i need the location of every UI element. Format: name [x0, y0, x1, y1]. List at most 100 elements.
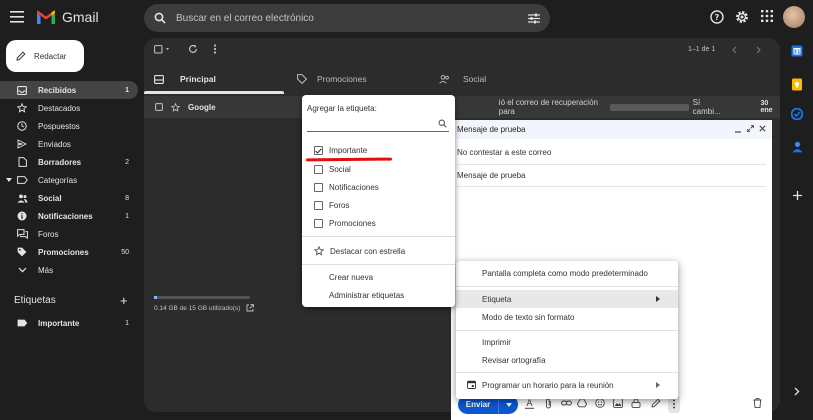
calendar-app-icon[interactable]: 31 — [791, 45, 803, 57]
close-icon[interactable] — [759, 125, 766, 132]
pagination-text: 1–1 de 1 — [688, 46, 716, 53]
settings-gear-icon[interactable] — [735, 10, 749, 24]
menu-item-programar-reunion[interactable]: Programar un horario para la reunión — [456, 376, 678, 394]
sidebar-item-foros[interactable]: Foros — [0, 225, 138, 243]
help-icon[interactable]: ? — [710, 10, 724, 24]
checkbox[interactable] — [314, 183, 323, 192]
search-bar[interactable]: Buscar en el correo electrónico — [144, 4, 550, 32]
drive-icon[interactable] — [577, 398, 587, 408]
select-all-checkbox[interactable] — [154, 45, 172, 54]
tab-principal[interactable]: Principal — [154, 64, 216, 94]
menu-item-label: Etiqueta — [482, 294, 512, 304]
sidebar-item-promociones[interactable]: Promociones 50 — [0, 243, 138, 261]
sidebar-item-label: Recibidos — [38, 85, 77, 95]
apps-grid-icon[interactable] — [761, 10, 773, 22]
redacted-email — [609, 103, 689, 111]
checkbox[interactable] — [314, 219, 323, 228]
sidebar-item-mas[interactable]: Más — [0, 261, 138, 279]
sidebar-item-pospuestos[interactable]: Pospuestos — [0, 117, 138, 135]
sidebar-item-notificaciones[interactable]: Notificaciones 1 — [0, 207, 138, 225]
gmail-logo[interactable]: Gmail — [36, 9, 99, 25]
add-addon-icon[interactable] — [793, 191, 802, 200]
subject-field[interactable]: Mensaje de prueba — [457, 171, 526, 180]
contacts-app-icon[interactable] — [792, 141, 803, 153]
sidebar-item-categorias[interactable]: Categorías — [0, 171, 138, 189]
label-option-promociones[interactable]: Promociones — [314, 219, 434, 228]
emoji-icon[interactable] — [595, 398, 605, 408]
next-page-icon[interactable] — [756, 46, 762, 54]
tasks-app-icon[interactable] — [791, 108, 803, 120]
label-option-foros[interactable]: Foros — [314, 201, 434, 210]
manage-labels-link[interactable]: Administrar etiquetas — [329, 291, 404, 300]
main-menu-icon[interactable] — [10, 10, 26, 24]
checked-checkbox-icon[interactable] — [314, 146, 323, 155]
minimize-icon[interactable] — [735, 127, 741, 133]
menu-item-label: Revisar ortografía — [482, 355, 546, 365]
menu-item-fullscreen-default[interactable]: Pantalla completa como modo predetermina… — [456, 264, 678, 282]
caret-down-icon[interactable] — [6, 178, 14, 182]
label-option-notificaciones[interactable]: Notificaciones — [314, 183, 434, 192]
prev-page-icon[interactable] — [731, 46, 737, 54]
compose-button[interactable]: Redactar — [6, 40, 84, 72]
expand-side-panel-icon[interactable] — [794, 387, 800, 396]
sidebar-item-destacados[interactable]: Destacados — [0, 99, 138, 117]
inbox-icon — [16, 85, 28, 95]
row-checkbox[interactable] — [155, 103, 163, 111]
label-outline-icon — [16, 176, 28, 184]
table-row[interactable]: Google ió el correo de recuperación para… — [144, 96, 780, 118]
open-external-icon[interactable] — [246, 304, 255, 312]
format-text-icon[interactable]: A — [525, 398, 534, 409]
label-menu-title: Agregar la etiqueta: — [307, 104, 377, 113]
account-avatar[interactable] — [783, 6, 805, 28]
label-option-text: Social — [329, 165, 351, 174]
attach-icon[interactable] — [545, 398, 552, 409]
calendar-icon — [467, 380, 476, 389]
sidebar-item-label: Foros — [38, 229, 59, 239]
sidebar-item-recibidos[interactable]: Recibidos 1 — [0, 81, 138, 99]
star-outline-icon[interactable] — [171, 102, 180, 112]
recipient-field[interactable]: No contestar a este correo — [457, 148, 551, 157]
label-filled-icon — [16, 319, 28, 327]
label-option-social[interactable]: Social — [314, 165, 434, 174]
search-options-icon[interactable] — [528, 13, 540, 24]
sidebar-item-borradores[interactable]: Borradores 2 — [0, 153, 138, 171]
confidential-lock-icon[interactable] — [631, 398, 641, 408]
create-label-link[interactable]: Crear nueva — [329, 273, 373, 282]
sidebar-label-importante[interactable]: Importante 1 — [0, 314, 138, 332]
star-option[interactable]: Destacar con estrella — [314, 246, 434, 256]
keep-app-icon[interactable] — [791, 78, 803, 91]
tab-label: Principal — [180, 74, 216, 84]
discard-trash-icon[interactable] — [753, 398, 762, 408]
signature-pen-icon[interactable] — [651, 398, 661, 408]
menu-item-revisar-ortografia[interactable]: Revisar ortografía — [456, 351, 678, 369]
sidebar-item-label: Pospuestos — [38, 121, 80, 131]
link-icon[interactable] — [561, 398, 572, 408]
sidebar-item-social[interactable]: Social 8 — [0, 189, 138, 207]
forum-icon — [16, 229, 28, 239]
refresh-icon[interactable] — [188, 44, 198, 54]
star-icon — [16, 103, 28, 113]
sidebar-item-enviados[interactable]: Enviados — [0, 135, 138, 153]
add-label-icon[interactable]: + — [120, 293, 128, 308]
checkbox[interactable] — [314, 165, 323, 174]
sidebar-item-label: Destacados — [38, 103, 81, 113]
label-option-importante[interactable]: Importante — [314, 146, 434, 155]
divider — [302, 264, 455, 265]
expand-icon[interactable] — [747, 125, 754, 132]
storage-fill — [154, 296, 157, 299]
menu-item-etiqueta[interactable]: Etiqueta — [456, 290, 678, 308]
menu-item-label: Pantalla completa como modo predetermina… — [482, 268, 648, 278]
more-vertical-icon[interactable] — [213, 44, 217, 54]
divider — [456, 330, 678, 331]
insert-photo-icon[interactable] — [613, 398, 623, 408]
menu-item-imprimir[interactable]: Imprimir — [456, 333, 678, 351]
search-input[interactable]: Buscar en el correo electrónico — [176, 13, 528, 24]
label-search-input[interactable] — [307, 116, 449, 132]
compose-header[interactable]: Mensaje de prueba — [451, 120, 772, 139]
tab-social[interactable]: Social — [439, 64, 486, 94]
tab-promociones[interactable]: Promociones — [297, 64, 367, 94]
checkbox[interactable] — [314, 201, 323, 210]
people-outline-icon — [439, 74, 450, 84]
menu-item-plain-text[interactable]: Modo de texto sin formato — [456, 308, 678, 326]
search-icon[interactable] — [154, 12, 166, 24]
